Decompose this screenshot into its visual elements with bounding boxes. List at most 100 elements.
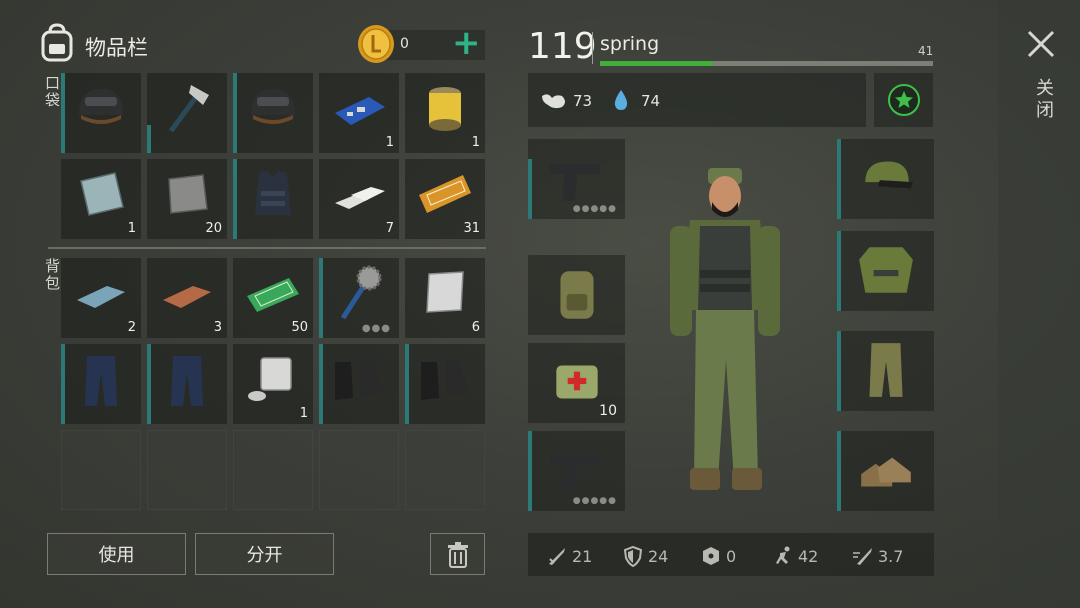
durability-bar xyxy=(147,344,151,424)
durability-bar xyxy=(233,73,237,153)
add-coins-button[interactable]: + xyxy=(452,26,481,60)
durability-dots: ●●● xyxy=(361,323,391,334)
sword-icon xyxy=(549,548,565,565)
backpack-slot-empty[interactable] xyxy=(61,430,141,510)
pants-icon xyxy=(171,356,203,406)
backpack-slot-empty[interactable] xyxy=(147,430,227,510)
swift-sword-icon xyxy=(853,548,872,565)
backpack-slot-2[interactable]: 3 xyxy=(147,258,227,338)
backpack-slot-7[interactable] xyxy=(147,344,227,424)
stat-defense: 24 xyxy=(622,545,668,567)
xp-fill xyxy=(600,61,714,66)
equip-slot-medkit[interactable]: 10 xyxy=(528,343,625,423)
shield-icon xyxy=(623,545,643,567)
item-count: 2 xyxy=(127,320,136,335)
engine-block-icon xyxy=(248,357,292,401)
stat-attack-speed: 3.7 xyxy=(852,545,903,567)
durability-bar xyxy=(319,258,323,338)
pocket-slot-2[interactable] xyxy=(147,73,227,153)
stat-radiation: 0 xyxy=(700,545,736,567)
player-level: 119 xyxy=(528,26,597,67)
pistol-icon xyxy=(550,455,600,493)
backpack-slot-10[interactable] xyxy=(405,344,485,424)
backpack-label: 背包 xyxy=(43,258,61,292)
oil-filter-icon xyxy=(429,87,461,131)
durability-dots: ●●●●● xyxy=(572,204,617,214)
metal-plate-icon xyxy=(80,172,124,216)
xp-bar xyxy=(600,61,933,66)
durability-bar xyxy=(61,344,65,424)
pocket-slot-4[interactable]: 1 xyxy=(319,73,399,153)
backpack-slot-empty[interactable] xyxy=(233,430,313,510)
pocket-slot-7[interactable]: 20 xyxy=(147,159,227,239)
use-button[interactable]: 使用 xyxy=(47,533,186,575)
level-separator xyxy=(592,32,593,64)
durability-bar xyxy=(147,125,151,153)
aluminum-ingots-icon xyxy=(335,187,385,209)
durability-bar xyxy=(837,231,841,311)
durability-dots: ●●●●● xyxy=(572,496,617,506)
split-button[interactable]: 分开 xyxy=(195,533,334,575)
pistol-icon xyxy=(550,163,600,201)
backpack-slot-3[interactable]: 50 xyxy=(233,258,313,338)
camo-cap-icon xyxy=(865,161,913,189)
pocket-slot-1[interactable] xyxy=(61,73,141,153)
pocket-label: 口袋 xyxy=(43,75,61,109)
pocket-slot-5[interactable]: 1 xyxy=(405,73,485,153)
backpack-slot-6[interactable] xyxy=(61,344,141,424)
hatchet-icon xyxy=(168,85,209,133)
water-value: 74 xyxy=(641,92,661,110)
backpack-slot-4[interactable]: ●●● xyxy=(319,258,399,338)
pocket-slot-3[interactable] xyxy=(233,73,313,153)
item-count: 31 xyxy=(463,221,480,236)
durability-bar xyxy=(528,431,532,511)
pocket-slot-6[interactable]: 1 xyxy=(61,159,141,239)
equip-slot-secondary-weapon[interactable]: ●●●●● xyxy=(528,431,625,511)
close-label[interactable]: 关闭 xyxy=(1030,78,1056,122)
durability-bar xyxy=(837,139,841,219)
close-icon[interactable] xyxy=(1025,28,1057,60)
equip-slot-body[interactable] xyxy=(837,231,934,311)
star-button[interactable] xyxy=(874,73,933,127)
camo-jacket-icon xyxy=(859,247,913,293)
equip-slot-legs[interactable] xyxy=(837,331,934,411)
section-divider xyxy=(48,247,486,249)
item-count: 1 xyxy=(471,135,480,150)
character-model xyxy=(670,168,780,490)
trash-button[interactable] xyxy=(430,533,485,575)
backpack-slot-5[interactable]: 6 xyxy=(405,258,485,338)
pocket-slot-8[interactable] xyxy=(233,159,313,239)
backpack-slot-empty[interactable] xyxy=(405,430,485,510)
durability-bar xyxy=(61,73,65,153)
water-drop-icon xyxy=(614,90,628,110)
backpack-slot-empty[interactable] xyxy=(319,430,399,510)
durability-bar xyxy=(528,159,532,219)
xp-next-level: 41 xyxy=(918,44,934,58)
coin-icon xyxy=(358,25,394,63)
durability-bar xyxy=(233,159,237,239)
equip-slot-head[interactable] xyxy=(837,139,934,219)
equip-slot-feet[interactable] xyxy=(837,431,934,511)
stat-speed: 42 xyxy=(772,545,818,567)
pocket-slot-9[interactable]: 7 xyxy=(319,159,399,239)
radiation-icon xyxy=(703,547,719,565)
scrap-metal-icon xyxy=(168,174,208,214)
item-count: 1 xyxy=(299,406,308,421)
durability-bar xyxy=(319,344,323,424)
equip-slot-backpack[interactable] xyxy=(528,255,625,335)
backpack-slot-8[interactable]: 1 xyxy=(233,344,313,424)
equip-slot-primary-weapon[interactable]: ●●●●● xyxy=(528,139,625,219)
body-armor-icon xyxy=(255,171,291,215)
saw-mace-icon xyxy=(340,265,382,320)
boots-icon xyxy=(421,360,469,400)
camo-pants-icon xyxy=(869,343,903,397)
backpack-slot-9[interactable] xyxy=(319,344,399,424)
star-icon xyxy=(888,84,920,116)
stomach-icon xyxy=(542,94,565,109)
pocket-slot-10[interactable]: 31 xyxy=(405,159,485,239)
durability-bar xyxy=(837,331,841,411)
item-count: 10 xyxy=(599,403,617,419)
durability-bar xyxy=(837,431,841,511)
stat-attack: 21 xyxy=(546,545,592,567)
backpack-slot-1[interactable]: 2 xyxy=(61,258,141,338)
